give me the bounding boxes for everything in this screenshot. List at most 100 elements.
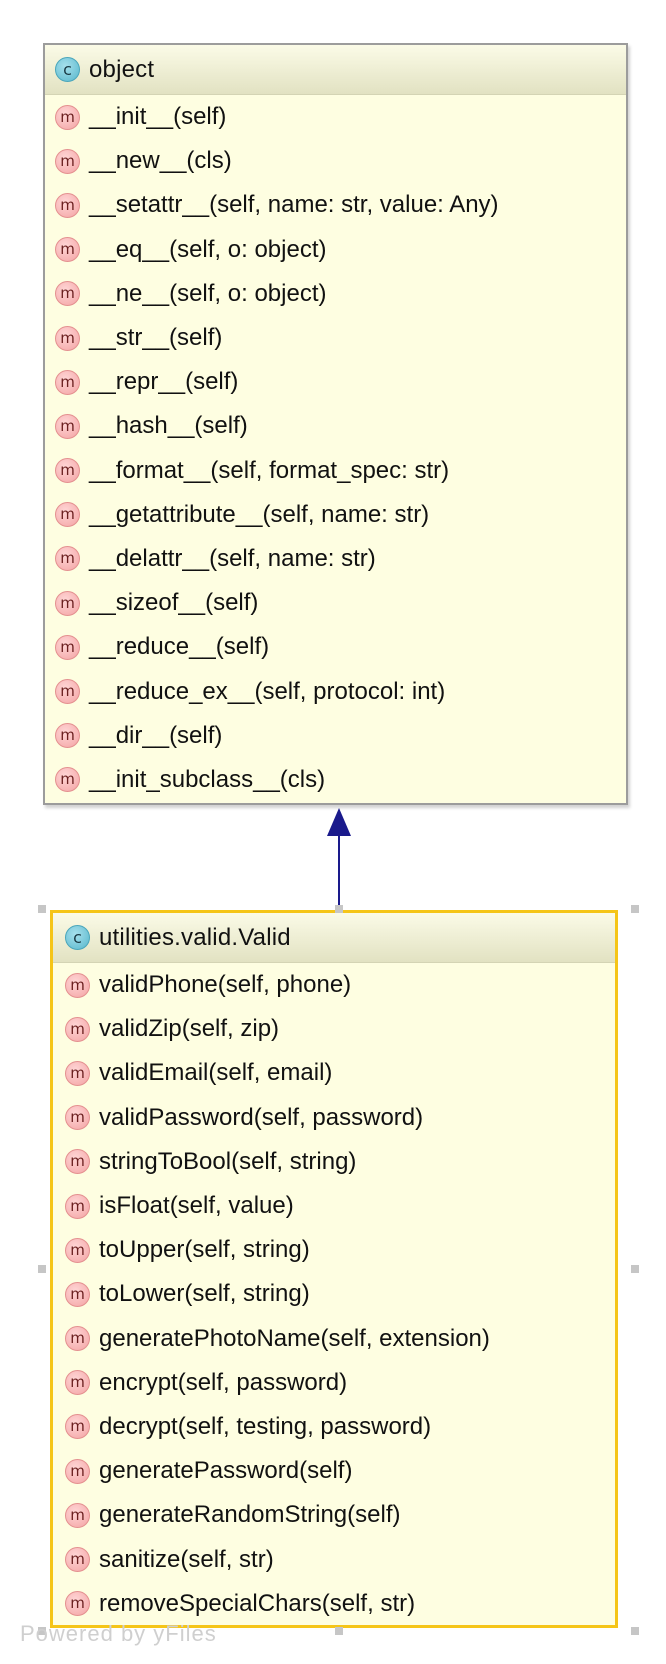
method-row[interactable]: m __reduce__(self) [45, 625, 626, 669]
class-header-object: c object [45, 45, 626, 95]
method-label: stringToBool(self, string) [99, 1147, 357, 1175]
method-label: __reduce_ex__(self, protocol: int) [89, 677, 446, 705]
method-label: toLower(self, string) [99, 1280, 310, 1308]
watermark: Powered by yFiles [20, 1621, 217, 1646]
method-row[interactable]: m __format__(self, format_spec: str) [45, 449, 626, 493]
method-row[interactable]: m validPhone(self, phone) [53, 963, 615, 1007]
method-row[interactable]: m __repr__(self) [45, 360, 626, 404]
method-label: __setattr__(self, name: str, value: Any) [89, 191, 499, 219]
method-icon: m [65, 1237, 90, 1263]
method-row[interactable]: m __delattr__(self, name: str) [45, 537, 626, 581]
method-label: __eq__(self, o: object) [89, 235, 327, 263]
method-row[interactable]: m __setattr__(self, name: str, value: Any… [45, 183, 626, 227]
method-label: toUpper(self, string) [99, 1236, 310, 1264]
method-icon: m [65, 1016, 90, 1042]
method-row[interactable]: m encrypt(self, password) [53, 1361, 615, 1405]
method-icon: m [65, 1193, 90, 1219]
class-box-valid[interactable]: c utilities.valid.Valid m validPhone(self… [50, 910, 618, 1628]
method-icon: m [55, 192, 80, 218]
method-label: __getattribute__(self, name: str) [89, 500, 430, 528]
method-row[interactable]: m __ne__(self, o: object) [45, 272, 626, 316]
method-icon: m [65, 1370, 90, 1396]
method-row[interactable]: m generatePhotoName(self, extension) [53, 1317, 615, 1361]
method-row[interactable]: m sanitize(self, str) [53, 1537, 615, 1581]
selection-handle-middle-left[interactable] [38, 1265, 46, 1273]
method-label: removeSpecialChars(self, str) [99, 1589, 416, 1617]
method-label: encrypt(self, password) [99, 1368, 348, 1396]
method-label: generatePassword(self) [99, 1457, 353, 1485]
method-label: validPassword(self, password) [99, 1103, 424, 1131]
method-row[interactable]: m __eq__(self, o: object) [45, 228, 626, 272]
method-label: __hash__(self) [89, 412, 248, 440]
method-icon: m [55, 325, 80, 351]
method-row[interactable]: m removeSpecialChars(self, str) [53, 1582, 615, 1626]
method-label: decrypt(self, testing, password) [99, 1412, 432, 1440]
method-label: __dir__(self) [89, 721, 223, 749]
method-row[interactable]: m generateRandomString(self) [53, 1493, 615, 1537]
method-label: validEmail(self, email) [99, 1059, 333, 1087]
method-icon: m [65, 1547, 90, 1573]
method-list-valid: m validPhone(self, phone) m validZip(self, … [53, 963, 615, 1626]
method-label: __new__(cls) [89, 147, 232, 175]
class-header-valid: c utilities.valid.Valid [53, 913, 615, 963]
selection-handle-bottom-right[interactable] [631, 1627, 639, 1635]
method-icon: m [65, 1105, 90, 1131]
method-icon: m [55, 369, 80, 395]
method-icon: m [65, 1060, 90, 1086]
method-icon: m [65, 1149, 90, 1175]
method-icon: m [55, 634, 80, 660]
method-icon: m [55, 767, 80, 793]
method-label: validPhone(self, phone) [99, 971, 352, 999]
method-label: __str__(self) [89, 324, 223, 352]
selection-handle-middle-right[interactable] [631, 1265, 639, 1273]
method-row[interactable]: m stringToBool(self, string) [53, 1140, 615, 1184]
method-row[interactable]: m validPassword(self, password) [53, 1096, 615, 1140]
selection-handle-top-left[interactable] [38, 905, 46, 913]
method-label: __format__(self, format_spec: str) [89, 456, 450, 484]
method-row[interactable]: m isFloat(self, value) [53, 1184, 615, 1228]
selection-handle-bottom-center[interactable] [335, 1627, 343, 1635]
method-row[interactable]: m validZip(self, zip) [53, 1007, 615, 1051]
method-row[interactable]: m validEmail(self, email) [53, 1051, 615, 1095]
method-label: __ne__(self, o: object) [89, 279, 327, 307]
method-icon: m [55, 458, 80, 484]
method-icon: m [65, 1414, 90, 1440]
method-icon: m [55, 679, 80, 705]
method-row[interactable]: m __str__(self) [45, 316, 626, 360]
method-label: generatePhotoName(self, extension) [99, 1324, 490, 1352]
method-row[interactable]: m __sizeof__(self) [45, 581, 626, 625]
method-icon: m [65, 1281, 90, 1307]
method-label: sanitize(self, str) [99, 1545, 274, 1573]
method-list-object: m __init__(self) m __new__(cls) m __setattr__… [45, 95, 626, 802]
selection-handle-top-center[interactable] [335, 905, 343, 913]
class-name: utilities.valid.Valid [99, 923, 291, 951]
method-row[interactable]: m __dir__(self) [45, 714, 626, 758]
method-label: generateRandomString(self) [99, 1501, 401, 1529]
method-icon: m [55, 413, 80, 439]
method-icon: m [55, 502, 80, 528]
class-name: object [89, 55, 155, 83]
method-row[interactable]: m __reduce_ex__(self, protocol: int) [45, 669, 626, 713]
method-row[interactable]: m decrypt(self, testing, password) [53, 1405, 615, 1449]
class-box-object[interactable]: c object m __init__(self) m __new__(cls) m __… [43, 43, 628, 805]
method-row[interactable]: m __new__(cls) [45, 139, 626, 183]
method-icon: m [55, 723, 80, 749]
method-label: __repr__(self) [89, 368, 239, 396]
method-label: __delattr__(self, name: str) [89, 544, 376, 572]
method-icon: m [55, 148, 80, 174]
method-icon: m [55, 590, 80, 616]
selection-handle-top-right[interactable] [631, 905, 639, 913]
method-icon: m [55, 104, 80, 130]
method-row[interactable]: m __getattribute__(self, name: str) [45, 493, 626, 537]
method-label: validZip(self, zip) [99, 1015, 280, 1043]
method-row[interactable]: m toUpper(self, string) [53, 1228, 615, 1272]
method-icon: m [65, 1458, 90, 1484]
method-row[interactable]: m __init__(self) [45, 95, 626, 139]
method-row[interactable]: m __hash__(self) [45, 404, 626, 448]
method-row[interactable]: m generatePassword(self) [53, 1449, 615, 1493]
method-label: __init_subclass__(cls) [89, 765, 326, 793]
method-row[interactable]: m toLower(self, string) [53, 1272, 615, 1316]
method-label: __reduce__(self) [89, 633, 270, 661]
method-row[interactable]: m __init_subclass__(cls) [45, 758, 626, 802]
method-label: __sizeof__(self) [89, 589, 259, 617]
